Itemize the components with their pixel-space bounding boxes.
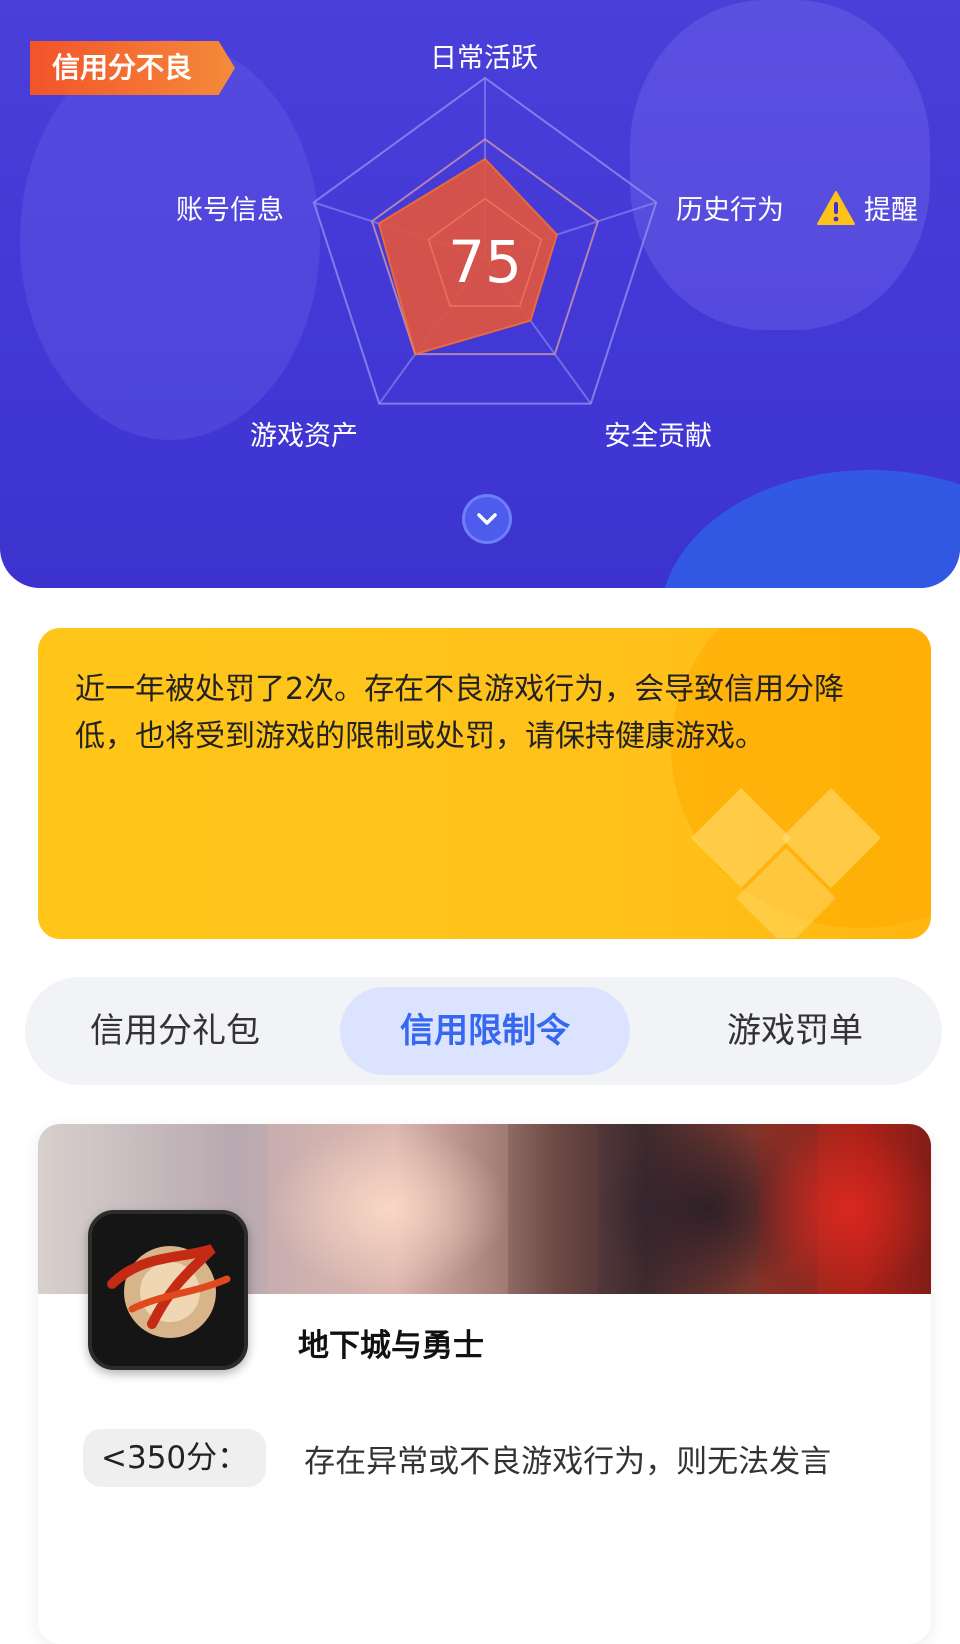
chevron-down-icon — [477, 513, 497, 525]
diamond-decoration-icon — [691, 788, 881, 938]
radar-axis-label-account-info: 账号信息 — [176, 195, 284, 226]
tab-credit-restriction[interactable]: 信用限制令 — [340, 987, 630, 1075]
remind-button[interactable]: 提醒 — [816, 188, 918, 227]
warning-icon — [816, 190, 856, 226]
tab-bar: 信用分礼包 信用限制令 游戏罚单 — [25, 977, 942, 1085]
radar-axis-label-security-contribution: 安全贡献 — [604, 421, 712, 452]
restriction-rule-row: <350分： 存在异常或不良游戏行为，则无法发言 — [83, 1429, 831, 1487]
penalty-notice-card: 近一年被处罚了2次。存在不良游戏行为，会导致信用分降低，也将受到游戏的限制或处罚… — [38, 628, 931, 939]
game-restriction-card: 地下城与勇士 <350分： 存在异常或不良游戏行为，则无法发言 — [38, 1124, 931, 1644]
score-threshold-badge: <350分： — [83, 1429, 267, 1487]
radar-axis-label-daily-activity: 日常活跃 — [430, 43, 538, 74]
credit-score-value: 75 — [448, 228, 522, 296]
credit-score-header: 信用分不良 日常活跃 历史行为 安全贡献 游戏资产 账号信息 75 提醒 — [0, 0, 960, 588]
tab-credit-gift[interactable]: 信用分礼包 — [55, 987, 295, 1075]
remind-label: 提醒 — [864, 195, 918, 226]
game-name: 地下城与勇士 — [298, 1328, 484, 1364]
expand-button[interactable] — [462, 494, 512, 544]
radar-axis-label-history-behavior: 历史行为 — [676, 195, 784, 226]
game-logo-icon — [88, 1210, 248, 1370]
tab-game-penalty[interactable]: 游戏罚单 — [675, 987, 915, 1075]
radar-axis-label-game-assets: 游戏资产 — [250, 421, 358, 452]
penalty-notice-text: 近一年被处罚了2次。存在不良游戏行为，会导致信用分降低，也将受到游戏的限制或处罚… — [75, 672, 845, 754]
restriction-rule-text: 存在异常或不良游戏行为，则无法发言 — [304, 1443, 832, 1480]
